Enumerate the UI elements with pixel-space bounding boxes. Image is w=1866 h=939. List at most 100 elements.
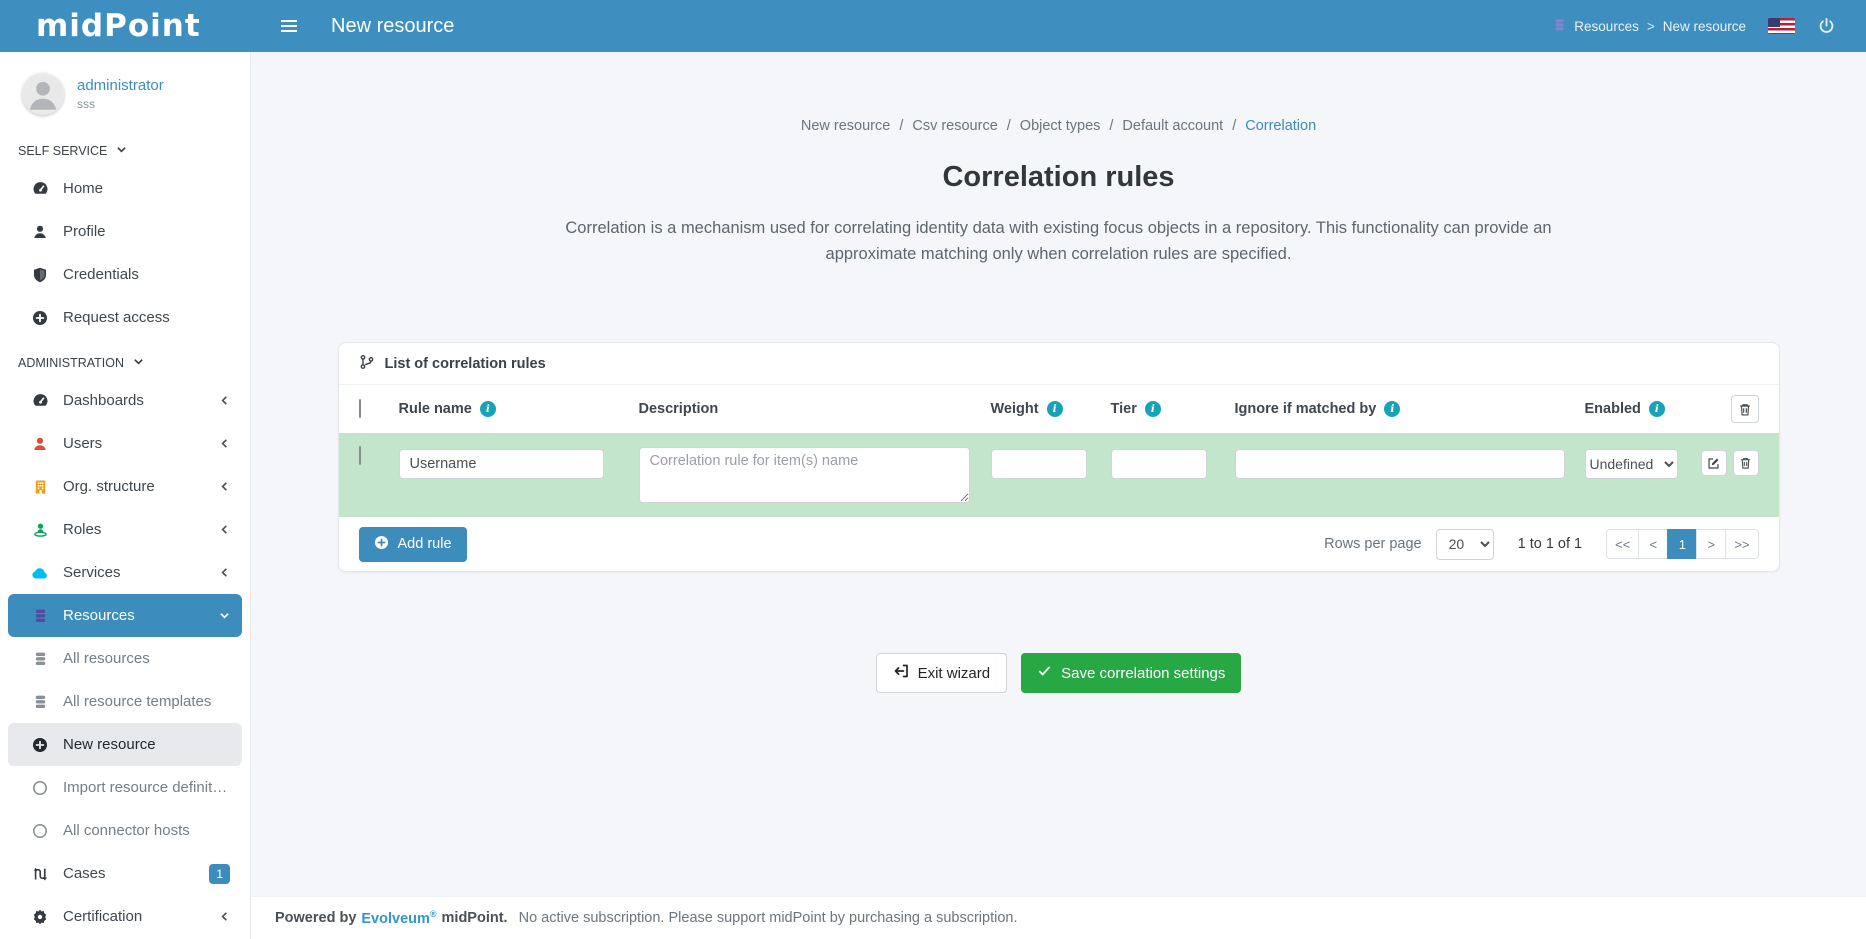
- rule-tier-input[interactable]: [1111, 449, 1207, 479]
- info-icon[interactable]: i: [1047, 401, 1063, 417]
- sidebar-item-label: Credentials: [63, 266, 139, 283]
- delete-rule-button[interactable]: [1733, 450, 1759, 476]
- add-rule-button[interactable]: Add rule: [359, 527, 467, 562]
- sidebar-item-label: Home: [63, 180, 103, 197]
- avatar-person-icon[interactable]: [22, 73, 64, 115]
- power-icon[interactable]: [1817, 17, 1836, 36]
- pagination-first-button[interactable]: <<: [1606, 529, 1639, 559]
- sidebar-item-request-access[interactable]: Request access: [8, 296, 242, 339]
- sidebar-item-roles[interactable]: Roles: [8, 508, 242, 551]
- check-icon: [1037, 664, 1052, 682]
- plus-circle-icon: [30, 737, 50, 753]
- sidebar-item-label: Cases: [63, 865, 106, 882]
- rule-name-input[interactable]: [399, 449, 604, 479]
- top-breadcrumb-new-resource[interactable]: New resource: [1663, 19, 1746, 34]
- sidebar-item-users[interactable]: Users: [8, 422, 242, 465]
- correlation-rule-row: Undefined: [339, 433, 1779, 517]
- breadcrumb-csv-resource[interactable]: Csv resource: [912, 118, 997, 134]
- top-breadcrumb: Resources > New resource: [1553, 18, 1746, 35]
- pagination-prev-button[interactable]: <: [1638, 529, 1668, 559]
- sidebar-item-dashboards[interactable]: Dashboards: [8, 379, 242, 422]
- breadcrumb-correlation[interactable]: Correlation: [1245, 118, 1316, 134]
- breadcrumb: New resource / Csv resource / Object typ…: [801, 118, 1316, 134]
- sidebar-item-label: Users: [63, 435, 102, 452]
- sidebar-section-administration[interactable]: ADMINISTRATION: [0, 339, 250, 379]
- footer-powered-by: Powered by: [275, 910, 356, 926]
- sidebar-item-all-resources[interactable]: All resources: [8, 637, 242, 680]
- page-title: Correlation rules: [942, 161, 1174, 194]
- pagination-last-button[interactable]: >>: [1725, 529, 1758, 559]
- sidebar-item-import-resource-definition[interactable]: Import resource definit…: [8, 766, 242, 809]
- rows-per-page-select[interactable]: 20: [1436, 529, 1494, 560]
- sidebar-item-label: Dashboards: [63, 392, 144, 409]
- database-icon: [30, 608, 50, 624]
- breadcrumb-separator: /: [1109, 118, 1113, 134]
- sidebar-item-resources[interactable]: Resources: [8, 594, 242, 637]
- breadcrumb-object-types[interactable]: Object types: [1020, 118, 1101, 134]
- sidebar-item-all-resource-templates[interactable]: All resource templates: [8, 680, 242, 723]
- seal-icon: [30, 909, 50, 925]
- user-subtitle: sss: [77, 97, 164, 111]
- footer-brand-link[interactable]: Evolveum®: [361, 909, 436, 927]
- pagination-next-button[interactable]: >: [1696, 529, 1726, 559]
- sidebar-item-label: Request access: [63, 309, 170, 326]
- exit-wizard-button[interactable]: Exit wizard: [876, 653, 1008, 693]
- footer: Powered by Evolveum® midPoint. No active…: [251, 896, 1866, 939]
- breadcrumb-new-resource[interactable]: New resource: [801, 118, 890, 134]
- column-ignore-if-matched-by: Ignore if matched by: [1235, 401, 1377, 417]
- sidebar: administrator sss SELF SERVICE Home Prof…: [0, 52, 251, 939]
- sidebar-section-self-service[interactable]: SELF SERVICE: [0, 127, 250, 167]
- info-icon[interactable]: i: [1145, 401, 1161, 417]
- sidebar-item-services[interactable]: Services: [8, 551, 242, 594]
- select-all-checkbox[interactable]: [359, 399, 361, 418]
- info-icon[interactable]: i: [480, 401, 496, 417]
- breadcrumb-separator: /: [899, 118, 903, 134]
- sidebar-item-credentials[interactable]: Credentials: [8, 253, 242, 296]
- rule-description-textarea[interactable]: [639, 447, 970, 503]
- sidebar-item-label: All resource templates: [63, 693, 211, 710]
- sidebar-item-label: Certification: [63, 908, 142, 925]
- us-flag-icon[interactable]: [1768, 18, 1795, 34]
- sidebar-item-org-structure[interactable]: Org. structure: [8, 465, 242, 508]
- row-checkbox[interactable]: [359, 446, 361, 465]
- sidebar-item-profile[interactable]: Profile: [8, 210, 242, 253]
- database-icon: [30, 694, 50, 710]
- chevron-left-icon: [219, 395, 230, 406]
- rows-per-page-label: Rows per page: [1324, 536, 1422, 552]
- top-breadcrumb-resources[interactable]: Resources: [1574, 19, 1639, 34]
- sidebar-item-cases[interactable]: Cases 1: [8, 852, 242, 895]
- save-correlation-settings-button[interactable]: Save correlation settings: [1021, 653, 1241, 693]
- breadcrumb-separator: /: [1232, 118, 1236, 134]
- wizard-actions: Exit wizard Save correlation settings: [876, 653, 1242, 693]
- panel-header: List of correlation rules: [339, 343, 1779, 385]
- pagination-page-1-button[interactable]: 1: [1667, 529, 1697, 559]
- sidebar-item-certification[interactable]: Certification: [8, 895, 242, 938]
- paginator: << < 1 > >>: [1606, 529, 1758, 559]
- cloud-icon: [30, 565, 50, 580]
- info-icon[interactable]: i: [1384, 401, 1400, 417]
- chevron-left-icon: [219, 438, 230, 449]
- chevron-down-icon: [116, 144, 127, 158]
- user-info: administrator sss: [77, 77, 164, 111]
- user-icon: [30, 224, 50, 240]
- app-logo[interactable]: midPoint: [0, 0, 251, 52]
- rule-weight-input[interactable]: [991, 449, 1087, 479]
- hamburger-menu-icon[interactable]: [279, 16, 299, 36]
- shield-icon: [30, 267, 50, 283]
- flag-canton: [1768, 18, 1780, 27]
- sidebar-item-new-resource[interactable]: New resource: [8, 723, 242, 766]
- sidebar-item-all-connector-hosts[interactable]: All connector hosts: [8, 809, 242, 852]
- info-icon[interactable]: i: [1649, 401, 1665, 417]
- column-tier: Tier: [1111, 401, 1137, 417]
- delete-selected-button[interactable]: [1731, 395, 1759, 423]
- rule-enabled-select[interactable]: Undefined: [1585, 449, 1678, 479]
- panel-title: List of correlation rules: [385, 356, 546, 372]
- breadcrumb-default-account[interactable]: Default account: [1122, 118, 1223, 134]
- edit-rule-button[interactable]: [1701, 450, 1727, 476]
- footer-product: midPoint.: [442, 910, 508, 926]
- registered-mark: ®: [430, 909, 437, 919]
- top-header: midPoint New resource Resources > New re…: [0, 0, 1866, 52]
- user-name-link[interactable]: administrator: [77, 77, 164, 94]
- rule-ignore-input[interactable]: [1235, 449, 1565, 479]
- sidebar-item-home[interactable]: Home: [8, 167, 242, 210]
